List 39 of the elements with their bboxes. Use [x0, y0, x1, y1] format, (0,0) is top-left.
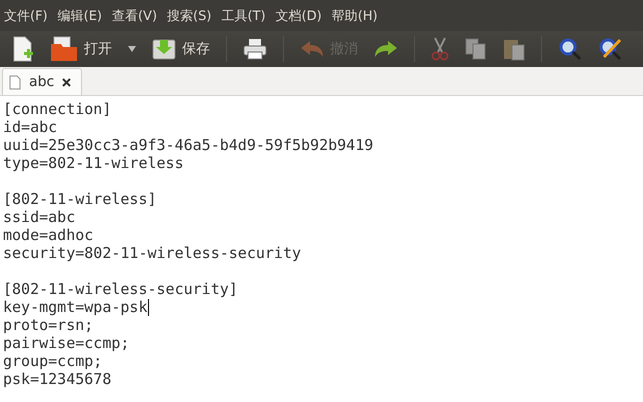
document-icon [9, 74, 21, 90]
close-icon[interactable] [62, 78, 72, 86]
menu-item[interactable]: 工具(T) [221, 6, 266, 24]
search-replace-icon [598, 37, 624, 61]
code-line: ssid=abc [3, 208, 76, 226]
search-icon [558, 37, 582, 61]
scissors-icon [431, 37, 449, 61]
code-line: [connection] [3, 100, 112, 118]
menu-item[interactable]: 查看(V) [112, 6, 158, 24]
menu-item[interactable]: 文件(F) [4, 6, 48, 24]
code-line: pairwise=ccmp; [3, 334, 130, 352]
save-button[interactable]: 保存 [146, 33, 216, 65]
code-line: psk=12345678 [3, 370, 112, 388]
code-line: proto=rsn; [3, 316, 94, 334]
copy-icon [465, 38, 487, 60]
save-icon [152, 37, 176, 61]
code-line: [802-11-wireless-security] [3, 280, 238, 298]
code-line: [802-11-wireless] [3, 190, 157, 208]
document-tab[interactable]: abc [2, 68, 82, 95]
paste-icon [503, 37, 525, 61]
redo-arrow-icon [374, 40, 398, 58]
code-line: uuid=25e30cc3-a9f3-46a5-b4d9-59f5b92b9419 [3, 136, 374, 154]
code-line: type=802-11-wireless [3, 154, 184, 172]
code-line: mode=adhoc [3, 226, 94, 244]
code-line: security=802-11-wireless-security [3, 244, 302, 262]
folder-icon [50, 36, 78, 62]
menu-item[interactable]: 帮助(H) [332, 6, 378, 24]
printer-icon [243, 38, 267, 60]
tab-label: abc [29, 74, 54, 90]
menu-item[interactable]: 编辑(E) [58, 6, 102, 24]
code-line: key-mgmt=wpa-psk [3, 298, 148, 316]
menu-item[interactable]: 搜索(S) [167, 6, 212, 24]
open-button[interactable]: 打开 [44, 33, 118, 65]
new-document-icon [12, 36, 34, 62]
dropdown-icon [128, 46, 136, 52]
code-line: group=ccmp; [3, 352, 102, 370]
menu-item[interactable]: 文档(D) [276, 6, 322, 24]
undo-arrow-icon [300, 40, 324, 58]
code-line: id=abc [3, 118, 58, 136]
